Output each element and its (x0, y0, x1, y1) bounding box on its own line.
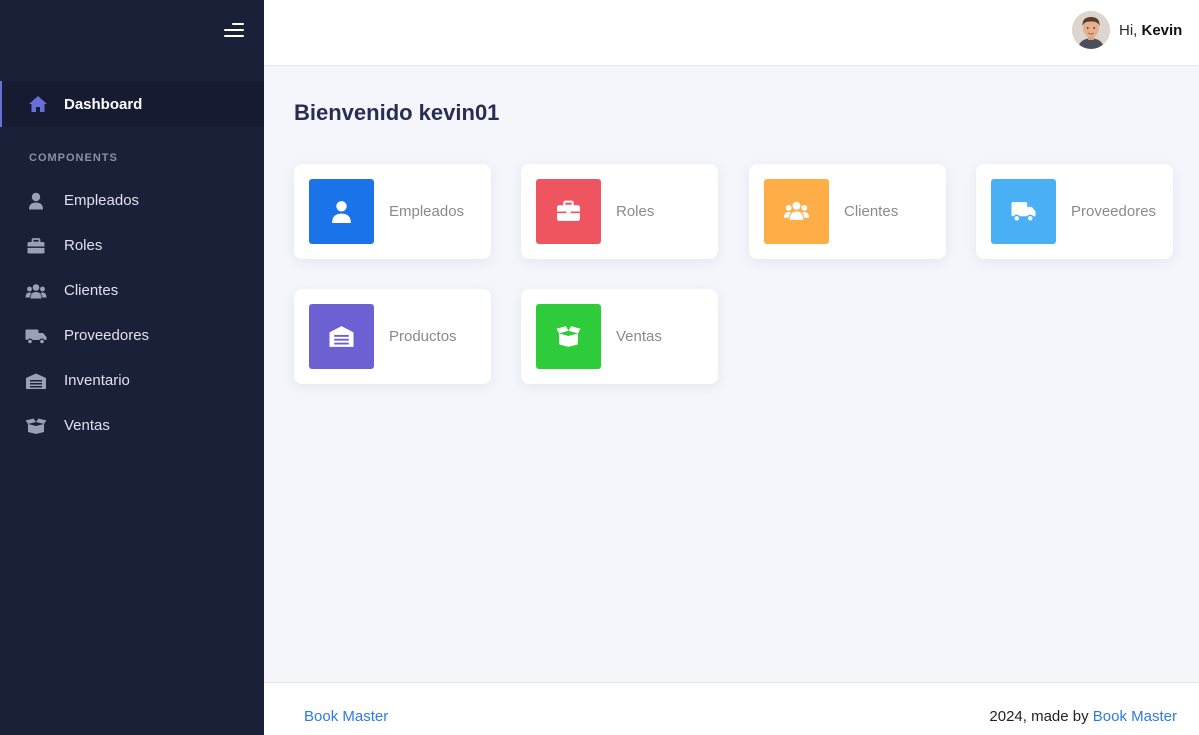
box-open-icon (556, 326, 581, 347)
card-roles[interactable]: Roles (521, 164, 718, 259)
footer-brand-link[interactable]: Book Master (304, 708, 388, 725)
box-open-icon (25, 418, 47, 434)
card-label: Empleados (389, 203, 465, 220)
card-label: Ventas (616, 328, 662, 345)
footer-credit-link[interactable]: Book Master (1093, 708, 1177, 725)
avatar[interactable] (1072, 11, 1110, 49)
card-empleados[interactable]: Empleados (294, 164, 491, 259)
sidebar-item-label: Empleados (64, 192, 140, 209)
user-name: Kevin (1141, 22, 1183, 39)
users-icon (784, 201, 809, 220)
card-label: Proveedores (1071, 203, 1157, 220)
top-header: Hi, Kevin (264, 0, 1199, 66)
sidebar-item-label: Dashboard (64, 96, 143, 113)
user-greeting[interactable]: Hi, Kevin (1119, 22, 1182, 39)
card-ventas[interactable]: Ventas (521, 289, 718, 384)
card-tile (764, 179, 829, 244)
footer: Book Master 2024, made by Book Master (264, 682, 1199, 735)
briefcase-icon (27, 238, 45, 254)
card-tile (309, 304, 374, 369)
card-label: Roles (616, 203, 655, 220)
warehouse-icon (329, 326, 354, 347)
sidebar-item-label: Proveedores (64, 327, 150, 344)
sidebar-item-label: Clientes (64, 282, 119, 299)
menu-icon[interactable] (222, 20, 246, 40)
sidebar-item-ventas[interactable]: Ventas (0, 406, 264, 446)
footer-credit: 2024, made by Book Master (989, 708, 1177, 725)
card-clientes[interactable]: Clientes (749, 164, 946, 259)
warehouse-icon (26, 373, 46, 389)
briefcase-icon (557, 200, 580, 221)
card-label: Productos (389, 328, 457, 345)
users-icon (25, 284, 47, 299)
avatar-image (1072, 11, 1110, 49)
sidebar: Dashboard COMPONENTS Empleados Roles Cli… (0, 0, 264, 735)
sidebar-item-empleados[interactable]: Empleados (0, 181, 264, 221)
user-icon (29, 192, 43, 210)
truck-icon (25, 329, 47, 345)
sidebar-section-title: COMPONENTS (29, 152, 118, 164)
greeting-prefix: Hi, (1119, 22, 1142, 39)
card-tile (536, 179, 601, 244)
card-productos[interactable]: Productos (294, 289, 491, 384)
footer-credit-text: 2024, made by (989, 708, 1093, 725)
sidebar-item-inventario[interactable]: Inventario (0, 361, 264, 401)
sidebar-item-roles[interactable]: Roles (0, 226, 264, 266)
sidebar-item-clientes[interactable]: Clientes (0, 271, 264, 311)
card-tile (536, 304, 601, 369)
page-title: Bienvenido kevin01 (294, 100, 500, 125)
card-tile (991, 179, 1056, 244)
truck-icon (1011, 202, 1036, 222)
card-proveedores[interactable]: Proveedores (976, 164, 1173, 259)
sidebar-item-label: Roles (64, 237, 103, 254)
sidebar-item-label: Inventario (64, 372, 130, 389)
sidebar-item-label: Ventas (64, 417, 110, 434)
card-tile (309, 179, 374, 244)
sidebar-item-proveedores[interactable]: Proveedores (0, 316, 264, 356)
sidebar-item-dashboard[interactable]: Dashboard (0, 81, 264, 127)
card-label: Clientes (844, 203, 899, 220)
home-icon (29, 96, 47, 112)
user-icon (332, 201, 351, 223)
